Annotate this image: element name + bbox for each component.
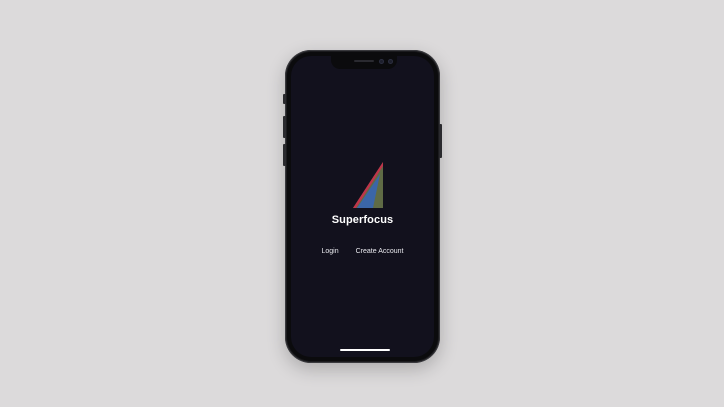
silent-switch — [283, 94, 286, 104]
speaker-grille — [354, 60, 374, 62]
volume-up-button — [283, 116, 286, 138]
app-screen: Superfocus Login Create Account — [291, 56, 434, 357]
auth-actions: Login Create Account — [291, 248, 434, 255]
home-indicator[interactable] — [340, 349, 390, 351]
sensor-icon — [388, 59, 393, 64]
volume-down-button — [283, 144, 286, 166]
power-button — [439, 124, 442, 158]
phone-frame: Superfocus Login Create Account — [287, 52, 438, 361]
login-button[interactable]: Login — [321, 248, 338, 255]
phone-device: Superfocus Login Create Account — [283, 50, 442, 363]
canvas: Superfocus Login Create Account — [0, 0, 724, 407]
notch — [331, 56, 397, 69]
front-camera-icon — [379, 59, 384, 64]
create-account-button[interactable]: Create Account — [356, 248, 404, 255]
app-title: Superfocus — [331, 214, 394, 226]
triangle-sail-logo-icon — [353, 162, 383, 208]
